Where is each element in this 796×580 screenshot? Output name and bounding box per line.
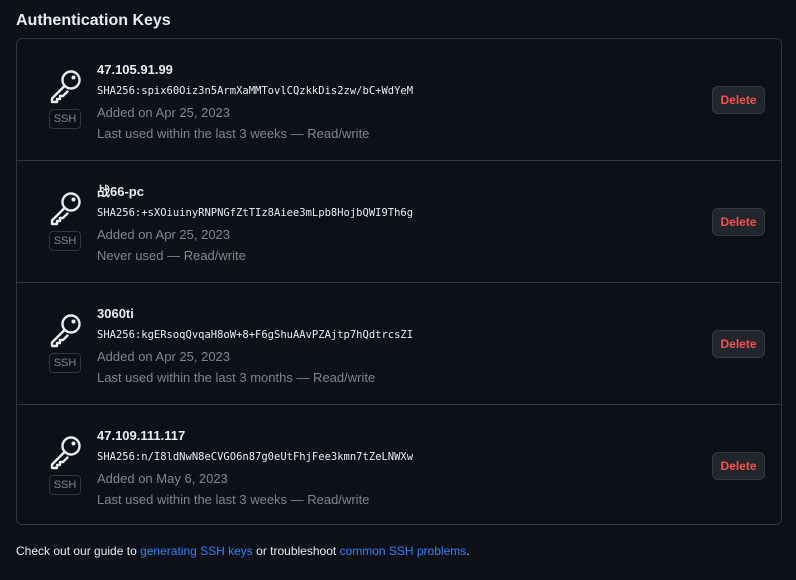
key-usage-status: Last used within the last 3 weeks — Read… [97,126,370,141]
key-row: SSH 47.105.91.99 SHA256:spix60Oiz3n5ArmX… [17,39,781,161]
key-details: 3060ti SHA256:kgERsoqQvqaH8oW+8+F6gShuAA… [97,305,661,388]
key-fingerprint: SHA256:+sXOiuinyRNPNGfZtTIz8Aiee3mLpb8Ho… [97,207,414,219]
key-details: 战66-pc SHA256:+sXOiuinyRNPNGfZtTIz8Aiee3… [97,183,661,266]
key-added-date: Added on Apr 25, 2023 [97,105,231,120]
key-fingerprint: SHA256:kgERsoqQvqaH8oW+8+F6gShuAAvPZAjtp… [97,329,414,341]
delete-key-button[interactable]: Delete [712,452,765,480]
key-type-indicator: SSH [47,435,85,497]
footer-help-text: Check out our guide to generating SSH ke… [16,544,470,558]
key-type-indicator: SSH [47,69,85,131]
key-title: 战66-pc [97,184,144,199]
delete-key-button[interactable]: Delete [712,86,765,114]
footer-prefix: Check out our guide to [16,544,141,558]
key-usage-status: Last used within the last 3 weeks — Read… [97,492,370,507]
key-added-date: Added on Apr 25, 2023 [97,349,231,364]
footer-middle: or troubleshoot [252,544,340,558]
footer-suffix: . [466,544,470,558]
key-type-indicator: SSH [47,191,85,253]
ssh-badge: SSH [49,109,81,129]
keys-list: SSH 47.105.91.99 SHA256:spix60Oiz3n5ArmX… [16,38,782,525]
key-details: 47.109.111.117 SHA256:n/I8ldNwN8eCVGO6n8… [97,427,661,510]
ssh-badge: SSH [49,353,81,373]
key-icon [50,436,81,470]
key-row: SSH 3060ti SHA256:kgERsoqQvqaH8oW+8+F6gS… [17,283,781,405]
common-ssh-problems-link[interactable]: common SSH problems [340,544,467,558]
key-icon [50,192,81,226]
ssh-badge: SSH [49,475,81,495]
key-row: SSH 战66-pc SHA256:+sXOiuinyRNPNGfZtTIz8A… [17,161,781,283]
key-row: SSH 47.109.111.117 SHA256:n/I8ldNwN8eCVG… [17,405,781,524]
section-title: Authentication Keys [16,12,171,29]
ssh-keys-page: Authentication Keys SSH 47.105.91.99 SHA… [0,0,796,580]
key-added-date: Added on Apr 25, 2023 [97,227,231,242]
key-fingerprint: SHA256:spix60Oiz3n5ArmXaMMTovlCQzkkDis2z… [97,85,414,97]
key-fingerprint: SHA256:n/I8ldNwN8eCVGO6n87g0eUtFhjFee3km… [97,451,414,463]
key-title: 47.109.111.117 [97,428,186,443]
key-title: 3060ti [97,306,134,321]
delete-key-button[interactable]: Delete [712,330,765,358]
key-added-date: Added on May 6, 2023 [97,471,228,486]
key-icon [50,314,81,348]
ssh-badge: SSH [49,231,81,251]
key-usage-status: Last used within the last 3 months — Rea… [97,370,376,385]
key-usage-status: Never used — Read/write [97,248,246,263]
generating-ssh-keys-link[interactable]: generating SSH keys [140,544,253,558]
key-icon [50,70,81,104]
key-type-indicator: SSH [47,313,85,375]
key-title: 47.105.91.99 [97,62,173,77]
key-details: 47.105.91.99 SHA256:spix60Oiz3n5ArmXaMMT… [97,61,661,144]
delete-key-button[interactable]: Delete [712,208,765,236]
